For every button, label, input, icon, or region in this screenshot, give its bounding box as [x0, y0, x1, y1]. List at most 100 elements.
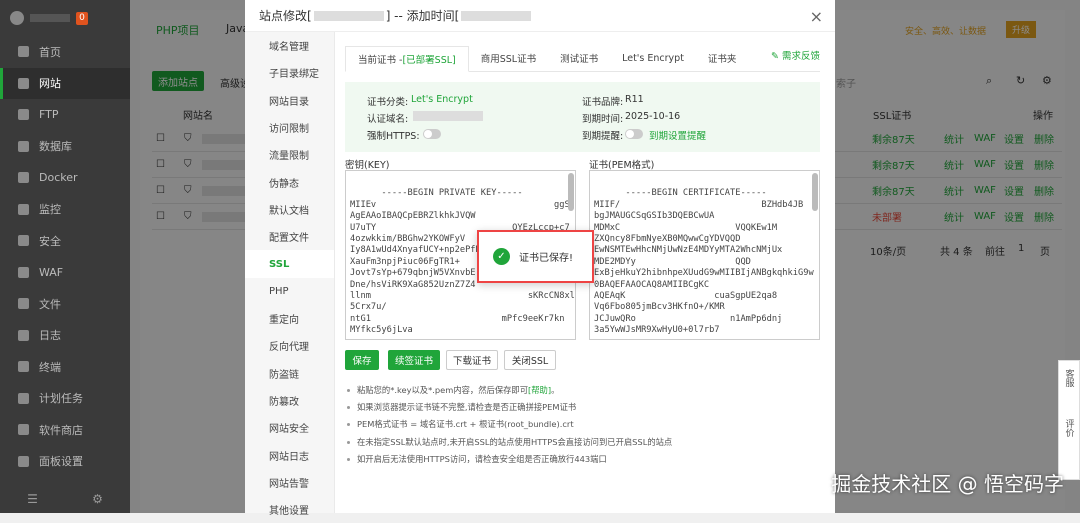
- tip-text: 在未指定SSL默认站点时,未开启SSL的站点使用HTTPS会直接访问到已开启SS…: [357, 436, 673, 447]
- redacted-domain: [413, 111, 483, 121]
- redacted-time: [461, 10, 532, 21]
- nav-item[interactable]: 网站告警: [245, 469, 334, 496]
- sidebar-item-label: 安全: [39, 234, 61, 248]
- nav-item[interactable]: SSL: [245, 250, 334, 278]
- menu-icon: [18, 424, 29, 436]
- expire-value: 2025-10-16: [625, 111, 681, 122]
- sidebar-footer: ☰ ⚙: [0, 485, 130, 513]
- remind-toggle[interactable]: [625, 129, 643, 139]
- cert-type-label: 证书分类:: [367, 97, 409, 108]
- modal-title-prefix: 站点修改[: [259, 9, 312, 23]
- sidebar-item-label: 网站: [39, 77, 61, 91]
- tab-current-status: [已部署SSL]: [402, 55, 456, 66]
- toast-message: 证书已保存!: [519, 253, 574, 264]
- modal-header: 站点修改[ ] -- 添加时间[ ×: [245, 0, 835, 32]
- menu-icon: [18, 77, 29, 89]
- collapse-icon[interactable]: ☰: [27, 492, 38, 506]
- sidebar-item[interactable]: 文件: [0, 288, 130, 320]
- remind-label: 到期提醒:: [582, 131, 624, 142]
- nav-item[interactable]: 反向代理: [245, 332, 334, 359]
- notification-badge[interactable]: 0: [76, 11, 88, 25]
- close-icon[interactable]: ×: [810, 7, 823, 26]
- sidebar-item-label: 首页: [39, 45, 61, 59]
- sidebar-item[interactable]: Docker: [0, 162, 130, 194]
- nav-item[interactable]: 域名管理: [245, 32, 334, 59]
- feedback-link[interactable]: ✎ 需求反馈: [771, 48, 820, 62]
- tip-text: 如开启后无法使用HTTPS访问，请检查安全组是否正确放行443端口: [357, 453, 607, 464]
- nav-item[interactable]: PHP: [245, 278, 334, 305]
- sidebar-item[interactable]: 网站: [0, 67, 130, 99]
- sidebar-item[interactable]: 监控: [0, 194, 130, 226]
- tab-current-cert[interactable]: 当前证书 - [已部署SSL]: [345, 46, 469, 72]
- service-button[interactable]: 客服: [1063, 369, 1076, 387]
- cert-scrollbar[interactable]: [812, 173, 818, 211]
- renew-cert-button[interactable]: 续签证书: [388, 350, 440, 370]
- tip-item: 粘贴您的*.key以及*.pem内容，然后保存即可[帮助]。: [345, 382, 820, 399]
- logo-icon: [10, 11, 24, 25]
- save-button[interactable]: 保存: [345, 350, 379, 370]
- cert-textarea[interactable]: -----BEGIN CERTIFICATE----- MIIF/ BZHdb4…: [589, 170, 820, 340]
- nav-item[interactable]: 网站安全: [245, 414, 334, 441]
- cert-type-value: Let's Encrypt: [411, 94, 473, 105]
- nav-item[interactable]: 访问限制: [245, 114, 334, 141]
- help-link[interactable]: [帮助]: [528, 385, 551, 395]
- sidebar-item[interactable]: FTP: [0, 99, 130, 131]
- tab-letsencrypt[interactable]: Let's Encrypt: [610, 45, 696, 71]
- menu-icon: [18, 329, 29, 341]
- sidebar-item[interactable]: 计划任务: [0, 383, 130, 415]
- sidebar-item-label: FTP: [39, 108, 59, 122]
- sidebar: 0 首页网站 FTP 数据库 Docker 监控安全 WAF 文件日志终端计划任务软件商店面…: [0, 0, 130, 513]
- sidebar-item[interactable]: 日志: [0, 320, 130, 352]
- tip-item: 如开启后无法使用HTTPS访问，请检查安全组是否正确放行443端口: [345, 451, 820, 468]
- sidebar-item[interactable]: 软件商店: [0, 414, 130, 446]
- sidebar-item[interactable]: WAF: [0, 257, 130, 289]
- sidebar-item[interactable]: 终端: [0, 351, 130, 383]
- tip-item: 如果浏览器提示证书链不完整,请检查是否正确拼接PEM证书: [345, 399, 820, 416]
- nav-item[interactable]: 防盗链: [245, 360, 334, 387]
- nav-item[interactable]: 防篡改: [245, 387, 334, 414]
- nav-item[interactable]: 重定向: [245, 305, 334, 332]
- nav-item[interactable]: 流量限制: [245, 141, 334, 168]
- menu-icon: [18, 46, 29, 58]
- sidebar-item[interactable]: 安全: [0, 225, 130, 257]
- ssl-tabs: 当前证书 - [已部署SSL] 商用SSL证书 测试证书 Let's Encry…: [345, 32, 820, 72]
- nav-item[interactable]: 伪静态: [245, 168, 334, 195]
- nav-item[interactable]: 子目录绑定: [245, 59, 334, 86]
- floating-help: 客服 评价: [1058, 360, 1080, 480]
- force-https-toggle[interactable]: [423, 129, 441, 139]
- menu-icon: [18, 109, 29, 121]
- download-cert-button[interactable]: 下载证书: [446, 350, 498, 370]
- cert-label: 证书(PEM格式): [589, 160, 655, 171]
- domain-label: 认证域名:: [367, 114, 409, 125]
- review-button[interactable]: 评价: [1063, 419, 1076, 437]
- sidebar-item-label: 终端: [39, 360, 61, 374]
- nav-item[interactable]: 网站日志: [245, 441, 334, 468]
- sidebar-item[interactable]: 数据库: [0, 131, 130, 163]
- expire-label: 到期时间:: [582, 114, 624, 125]
- tab-cert-folder[interactable]: 证书夹: [696, 45, 749, 71]
- tab-commercial-ssl[interactable]: 商用SSL证书: [469, 45, 548, 71]
- close-ssl-button[interactable]: 关闭SSL: [504, 350, 556, 370]
- menu-icon: [18, 203, 29, 215]
- menu-icon: [18, 172, 29, 184]
- nav-item[interactable]: 配置文件: [245, 223, 334, 250]
- key-label: 密钥(KEY): [345, 160, 390, 171]
- remind-settings-link[interactable]: 到期设置提醒: [649, 128, 706, 142]
- modal-title-mid: ] -- 添加时间[: [385, 9, 460, 23]
- tab-test-cert[interactable]: 测试证书: [548, 45, 610, 71]
- sidebar-item-label: WAF: [39, 265, 64, 279]
- nav-item[interactable]: 默认文档: [245, 196, 334, 223]
- sidebar-item[interactable]: 首页: [0, 36, 130, 68]
- settings-icon[interactable]: ⚙: [92, 492, 103, 506]
- key-scrollbar[interactable]: [568, 173, 574, 211]
- sidebar-item[interactable]: 面板设置: [0, 446, 130, 478]
- nav-item[interactable]: 网站目录: [245, 87, 334, 114]
- sidebar-item-label: 文件: [39, 297, 61, 311]
- cert-brand-value: R11: [625, 94, 644, 105]
- cert-brand-label: 证书品牌:: [582, 97, 624, 108]
- menu-icon: [18, 266, 29, 278]
- nav-item[interactable]: 其他设置: [245, 496, 334, 523]
- menu-icon: [18, 298, 29, 310]
- sidebar-header: 0: [0, 0, 130, 36]
- sidebar-item-label: 计划任务: [39, 392, 83, 406]
